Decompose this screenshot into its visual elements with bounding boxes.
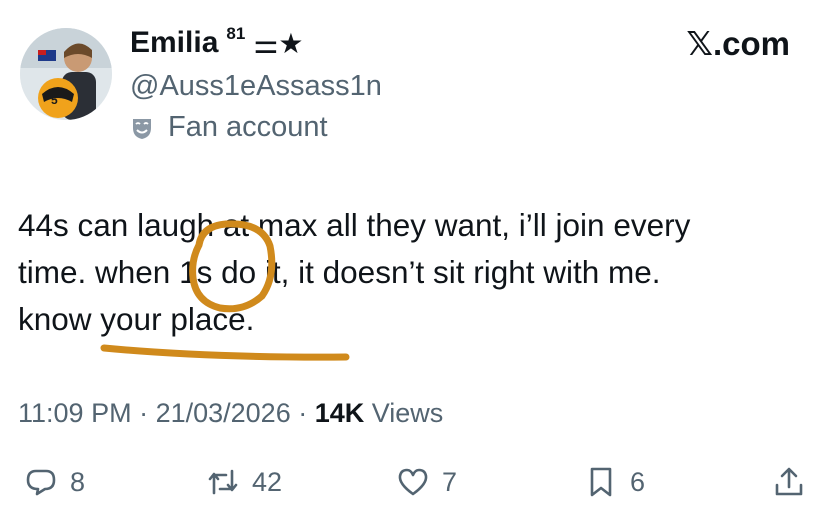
views-count: 14K [314,398,365,428]
tweet-line-2: time. when 1s do it, it doesn’t sit righ… [18,254,661,290]
meta-separator: · [290,398,315,428]
repost-button[interactable]: 42 [206,465,282,499]
display-name[interactable]: Emilia [130,26,218,60]
share-icon [775,467,803,496]
bookmark-button[interactable]: 6 [584,465,645,499]
reply-button[interactable]: 8 [24,465,85,499]
tweet-line-3: know your place. [18,301,255,337]
avatar-image: 5 [20,28,112,120]
author-name-row[interactable]: Emilia 81 ⚌★ [130,24,304,60]
repost-icon [208,469,238,495]
fan-account-label: Fan account [130,111,328,144]
brand-logo: 𝕏.com [686,25,790,62]
reply-count: 8 [70,466,86,497]
avatar[interactable]: 5 [20,28,112,120]
name-emoji: ⚌★ [253,27,304,59]
tweet-meta: 11:09 PM · 21/03/2026 · 14K Views [18,398,443,429]
name-badge: 81 [226,24,246,43]
repost-count: 42 [252,466,283,497]
svg-text:5: 5 [51,93,58,107]
label-text: Fan account [168,111,328,143]
like-count: 7 [442,466,458,497]
tweet-date[interactable]: 21/03/2026 [156,398,291,428]
meta-separator: · [131,398,156,428]
like-button[interactable]: 7 [396,465,457,499]
tweet-time[interactable]: 11:09 PM [18,398,132,428]
author-handle[interactable]: @Auss1eAssass1n [130,70,382,103]
reply-icon [26,469,56,496]
share-button[interactable] [772,465,806,499]
tweet-text: 44s can laugh at max all they want, i’ll… [18,202,818,343]
action-bar: 8 42 7 6 [0,465,828,510]
annotation-underline [100,344,350,361]
bookmark-count: 6 [630,466,646,497]
theater-mask-icon [133,118,151,139]
tweet-line-1: 44s can laugh at max all they want, i’ll… [18,207,691,243]
like-icon [398,468,428,496]
bookmark-icon [590,467,612,497]
views-label: Views [371,398,444,428]
